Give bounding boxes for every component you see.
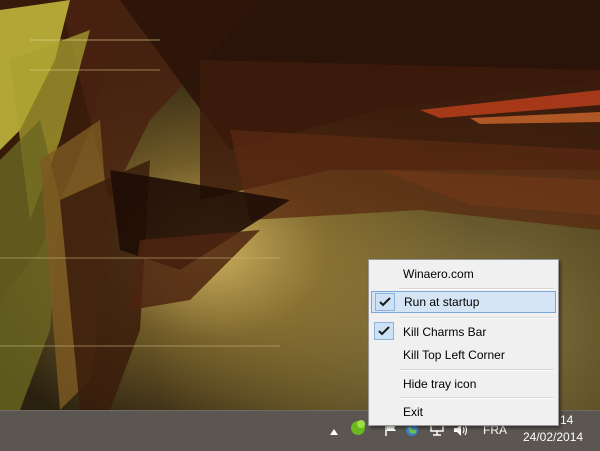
clock-time[interactable]: 14	[560, 413, 573, 427]
menu-separator	[399, 397, 554, 399]
menu-item-label: Kill Top Left Corner	[403, 348, 505, 362]
menu-item-exit[interactable]: Exit	[371, 401, 556, 423]
winaero-app-icon[interactable]	[347, 420, 369, 436]
show-hidden-icons-arrow-icon[interactable]	[327, 424, 341, 440]
menu-item-label: Run at startup	[404, 295, 480, 309]
menu-item-winaero[interactable]: Winaero.com	[371, 263, 556, 285]
menu-item-label: Hide tray icon	[403, 377, 477, 391]
tray-context-menu: Winaero.com Run at startup Kill Charms B…	[368, 259, 559, 426]
menu-separator	[399, 369, 554, 371]
menu-item-hide-tray-icon[interactable]: Hide tray icon	[371, 373, 556, 395]
menu-item-label: Winaero.com	[403, 267, 474, 281]
menu-item-kill-top-left-corner[interactable]: Kill Top Left Corner	[371, 344, 556, 366]
checkmark-icon	[375, 293, 395, 311]
menu-item-run-at-startup[interactable]: Run at startup	[371, 291, 556, 313]
menu-separator	[399, 317, 554, 319]
menu-separator	[399, 288, 554, 290]
menu-item-kill-charms-bar[interactable]: Kill Charms Bar	[371, 321, 556, 343]
checkmark-icon	[374, 322, 394, 340]
menu-item-label: Kill Charms Bar	[403, 325, 487, 339]
menu-item-label: Exit	[403, 405, 424, 419]
clock-date[interactable]: 24/02/2014	[523, 430, 583, 444]
